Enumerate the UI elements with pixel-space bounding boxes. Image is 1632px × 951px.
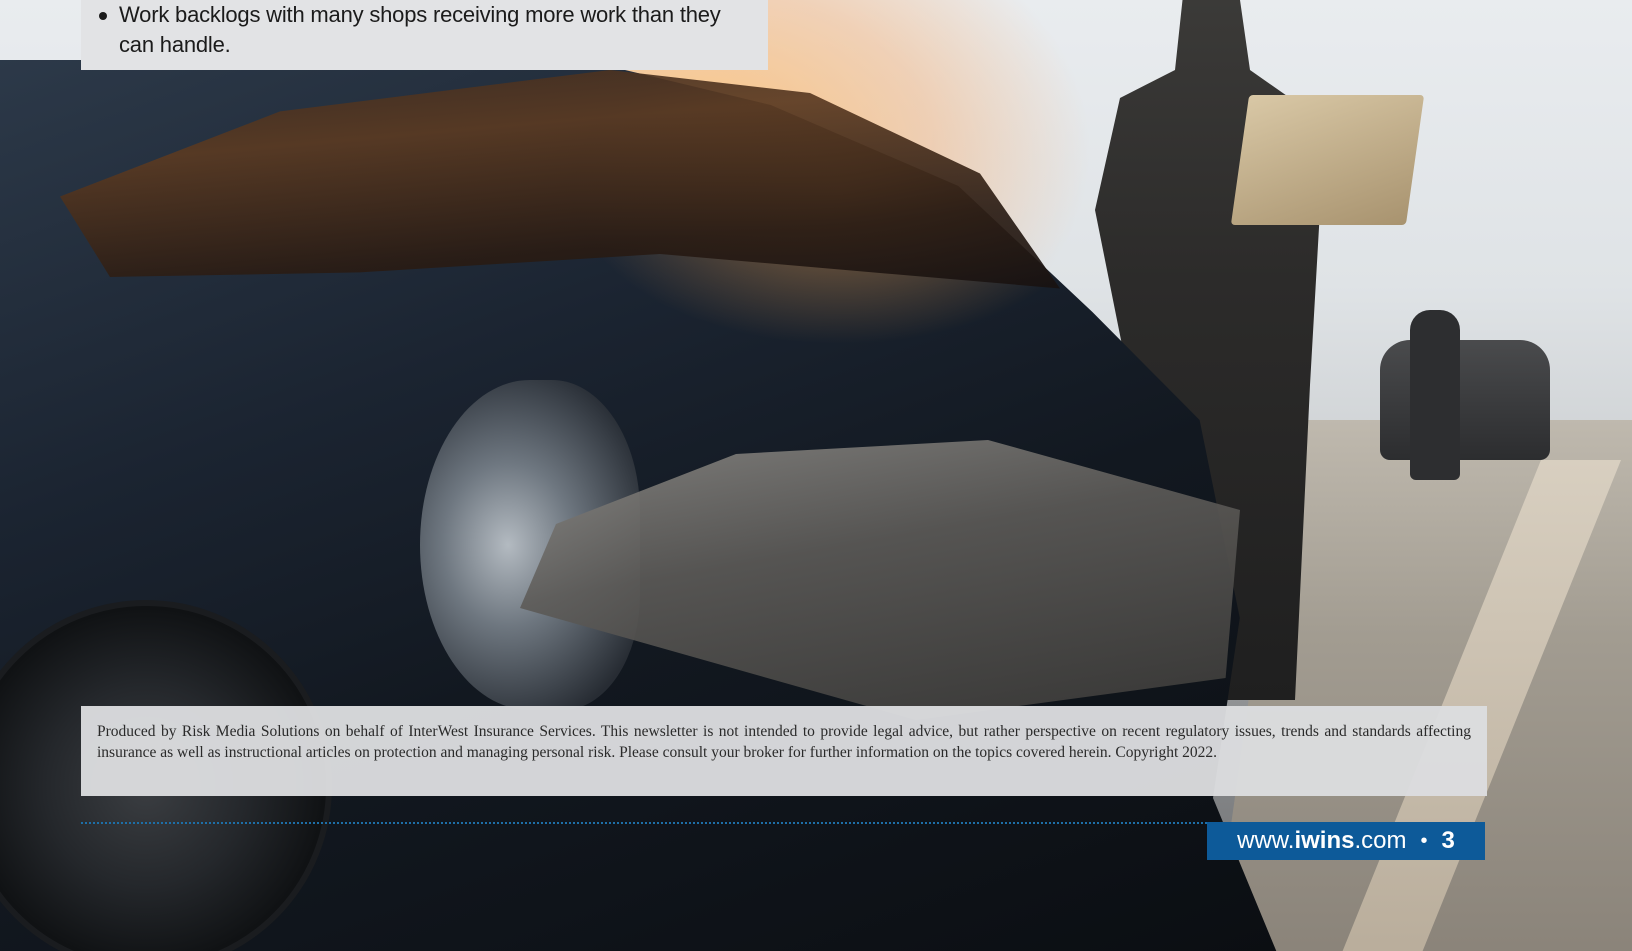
disclaimer-text: Produced by Risk Media Solutions on beha… xyxy=(97,723,1471,761)
background-photo xyxy=(0,0,1632,951)
footer-dotted-rule xyxy=(81,822,1207,824)
footer-separator: • xyxy=(1420,829,1428,852)
bullet-text: Work backlogs with many shops receiving … xyxy=(119,2,721,57)
disclaimer-box: Produced by Risk Media Solutions on beha… xyxy=(81,706,1487,796)
laptop-image xyxy=(1230,95,1425,225)
page-number: 3 xyxy=(1441,827,1455,854)
url-prefix: www. xyxy=(1237,827,1295,854)
bullet-list: Work backlogs with many shops receiving … xyxy=(99,0,748,60)
footer-badge: www.iwins.com • 3 xyxy=(1207,822,1485,860)
url-brand: iwins xyxy=(1294,827,1355,854)
url-suffix: .com xyxy=(1354,827,1407,854)
footer-url[interactable]: www.iwins.com xyxy=(1237,827,1406,855)
background-person xyxy=(1410,310,1460,480)
bullet-list-box: Work backlogs with many shops receiving … xyxy=(81,0,768,70)
background-vehicle xyxy=(1380,340,1550,460)
bullet-item: Work backlogs with many shops receiving … xyxy=(99,0,748,60)
bullet-dot-icon xyxy=(99,12,107,20)
